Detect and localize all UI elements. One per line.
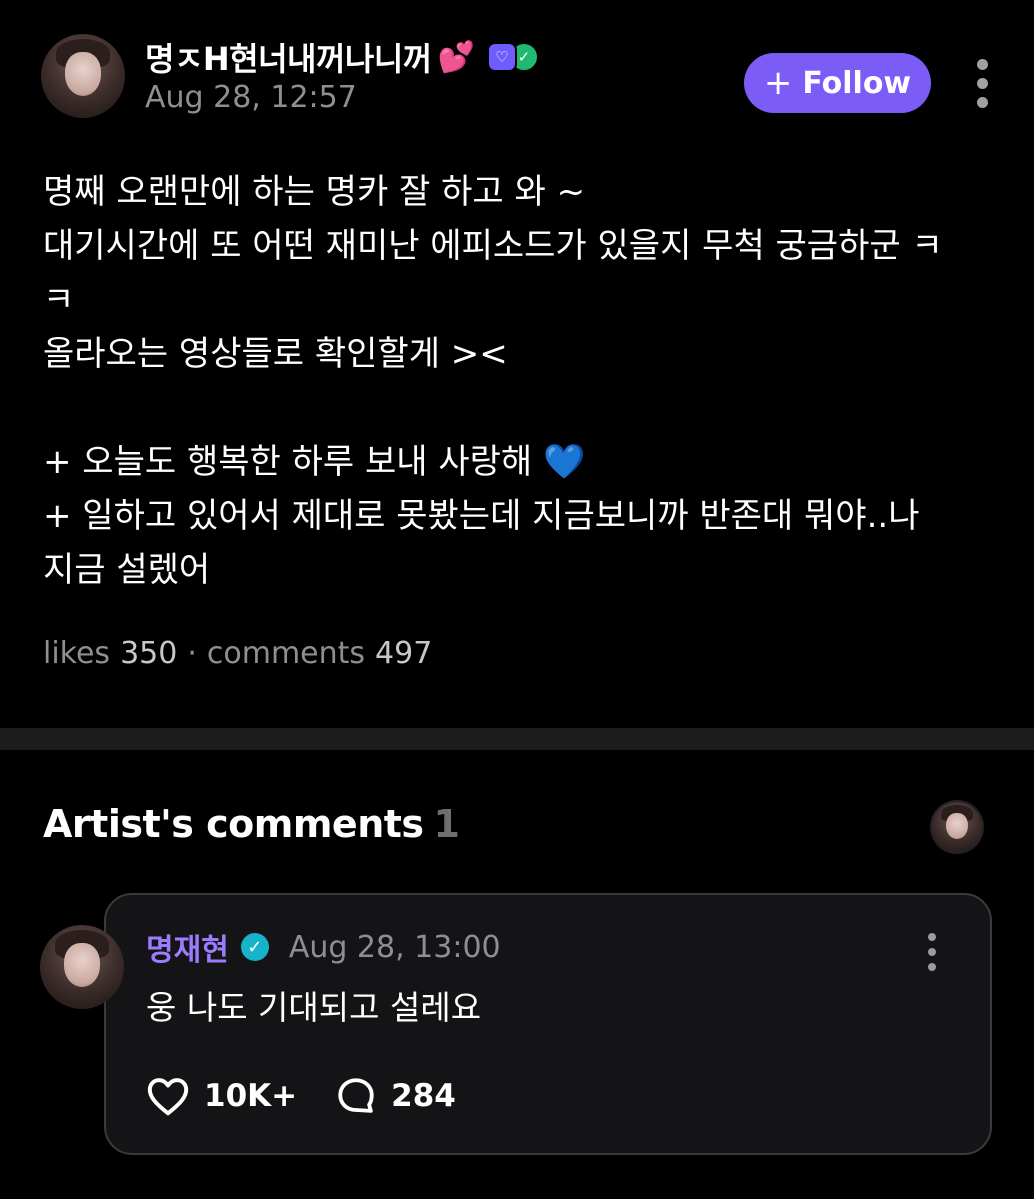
- author-name-row[interactable]: 명ㅈH현너내꺼나니꺼 💕 ♡ ✓: [145, 34, 539, 80]
- artist-comments-count: 1: [433, 802, 460, 846]
- author-name[interactable]: 명ㅈH현너내꺼나니꺼: [145, 34, 432, 80]
- body-line: [43, 381, 1003, 435]
- more-options-icon[interactable]: [977, 59, 988, 108]
- comment-text: 웅 나도 기대되고 설레요: [146, 988, 482, 1027]
- comment-author[interactable]: 명재현: [146, 925, 229, 969]
- body-line: 대기시간에 또 어떤 재미난 에피소드가 있을지 무척 궁금하군 ㅋ: [43, 226, 943, 266]
- comment-like-count[interactable]: 10K+: [204, 1078, 297, 1114]
- comments-label[interactable]: comments: [207, 636, 365, 671]
- comment-actions: 10K+ 284: [146, 1075, 456, 1117]
- section-title-text: Artist's comments: [43, 802, 424, 846]
- comment-more-icon[interactable]: [928, 933, 936, 971]
- avatar-face: [64, 52, 102, 97]
- likes-label: likes: [43, 636, 111, 671]
- body-line: + 일하고 있어서 제대로 못봤는데 지금보니까 반존대 뭐야..나: [43, 496, 920, 536]
- body-line: ㅋ: [43, 280, 75, 320]
- stats-separator: ·: [187, 636, 197, 671]
- author-avatar[interactable]: [41, 34, 125, 118]
- post-body: 명째 오랜만에 하는 명카 잘 하고 와 ~ 대기시간에 또 어떤 재미난 에피…: [43, 165, 1003, 597]
- comments-count[interactable]: 497: [375, 636, 432, 671]
- artist-avatar-small[interactable]: [930, 800, 984, 854]
- body-line: 지금 설렜어: [43, 550, 211, 590]
- heart-outline-icon[interactable]: [146, 1076, 190, 1116]
- verified-icon: ✓: [240, 933, 269, 961]
- body-line: 명째 오랜만에 하는 명카 잘 하고 와 ~: [43, 172, 586, 212]
- heart-badge-icon: ♡: [486, 42, 517, 72]
- two-hearts-emoji: 💕: [437, 39, 475, 75]
- section-divider: [0, 728, 1034, 750]
- comment-timestamp: Aug 28, 13:00: [288, 929, 501, 965]
- body-line: + 오늘도 행복한 하루 보내 사랑해 💙: [43, 442, 586, 482]
- follow-button[interactable]: + Follow: [744, 53, 931, 113]
- artist-comments-title: Artist's comments 1: [43, 802, 460, 846]
- post-stats: likes 350 · comments 497: [43, 636, 432, 671]
- plus-icon: +: [763, 63, 793, 103]
- post-timestamp: Aug 28, 12:57: [145, 80, 357, 115]
- follow-label: Follow: [802, 65, 912, 101]
- blue-heart-emoji: 💙: [542, 442, 586, 482]
- avatar-face: [63, 943, 101, 988]
- comment-reply-count[interactable]: 284: [391, 1078, 456, 1114]
- avatar-face: [946, 813, 968, 839]
- speech-bubble-icon[interactable]: [335, 1075, 377, 1117]
- membership-badges: ♡ ✓: [486, 42, 539, 72]
- artist-comment-card[interactable]: 명재현 ✓ Aug 28, 13:00 웅 나도 기대되고 설레요 10K+ 2…: [104, 893, 992, 1155]
- comment-header: 명재현 ✓ Aug 28, 13:00: [146, 925, 501, 969]
- post: 명ㅈH현너내꺼나니꺼 💕 ♡ ✓ Aug 28, 12:57 + Follow …: [0, 0, 1034, 728]
- likes-count: 350: [120, 636, 178, 671]
- body-line: 올라오는 영상들로 확인할게 ><: [43, 334, 508, 374]
- comment-author-avatar[interactable]: [40, 925, 124, 1009]
